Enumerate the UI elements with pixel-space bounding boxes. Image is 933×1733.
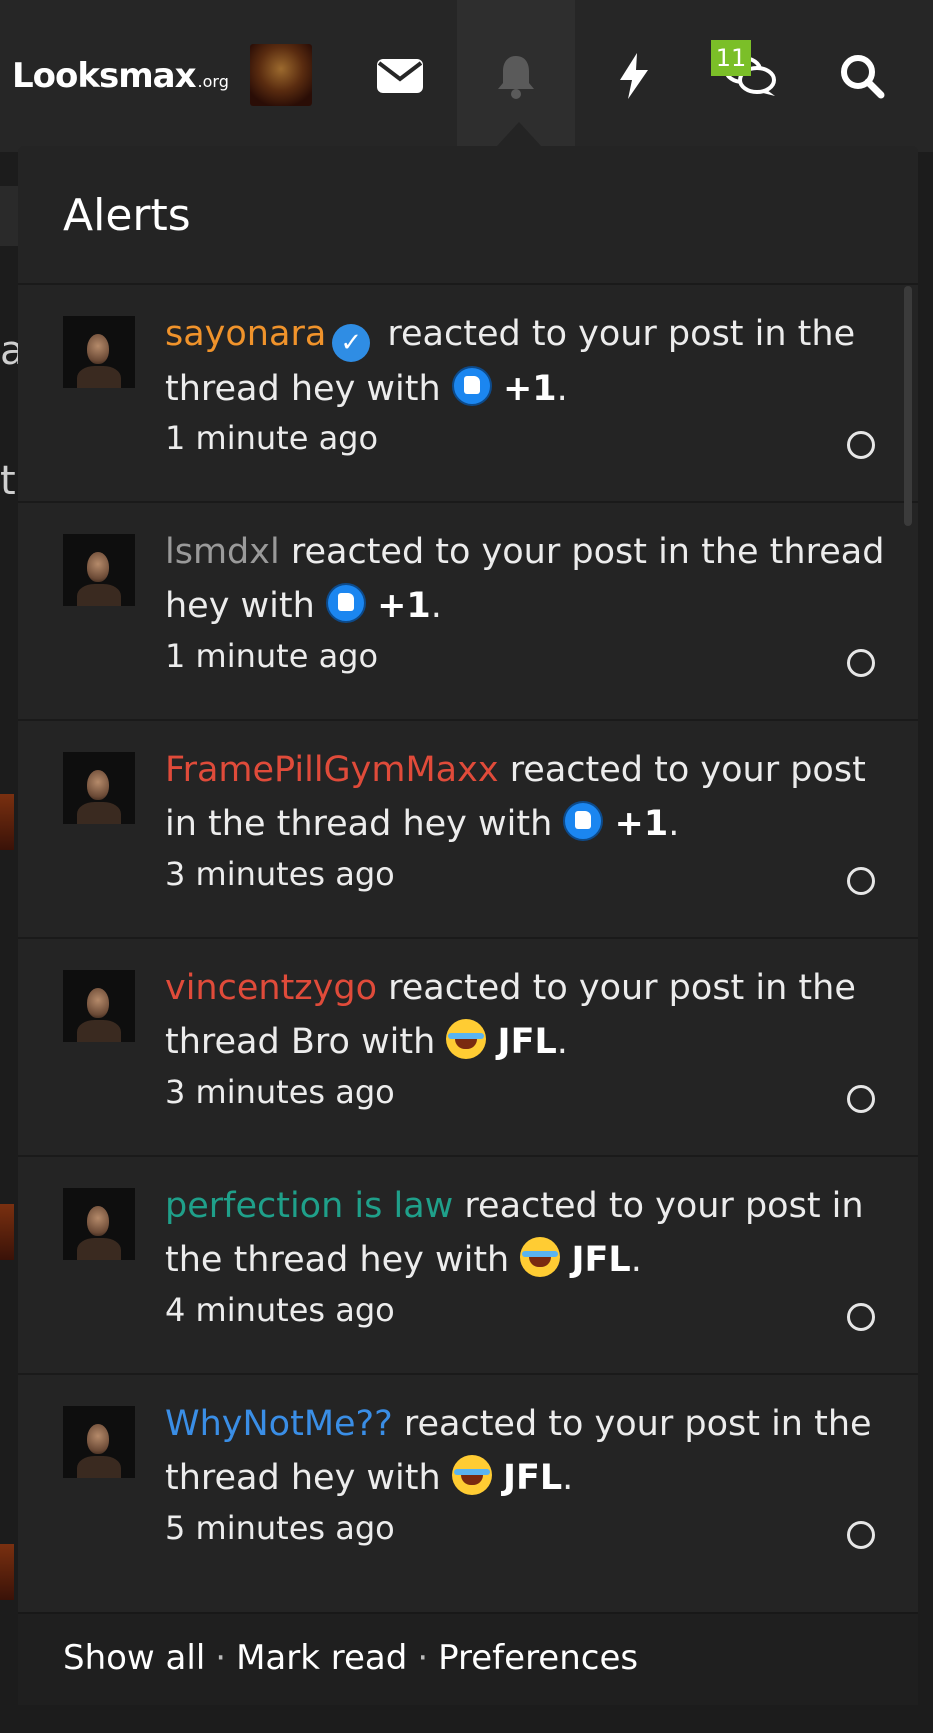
- alert-avatar[interactable]: [63, 752, 135, 824]
- joy-emoji-icon: [451, 1455, 492, 1495]
- alert-username-link[interactable]: FramePillGymMaxx: [165, 750, 499, 790]
- alert-text: lsmdxl reacted to your post in the threa…: [165, 525, 885, 633]
- alert-username-link[interactable]: perfection is law: [165, 1186, 453, 1226]
- background-thumbnail: [0, 794, 14, 850]
- bell-icon[interactable]: [488, 48, 544, 104]
- like-emoji-icon: [451, 366, 492, 406]
- alert-punctuation: .: [630, 1240, 642, 1280]
- user-avatar[interactable]: [250, 44, 312, 106]
- envelope-icon[interactable]: [372, 48, 428, 104]
- alert-username-link[interactable]: WhyNotMe??: [165, 1404, 393, 1444]
- background-bar: [0, 186, 18, 246]
- mark-read-toggle-icon[interactable]: [847, 1085, 875, 1113]
- background-thumbnail: [0, 1544, 14, 1600]
- bolt-icon[interactable]: [606, 48, 662, 104]
- joy-emoji-icon: [520, 1237, 561, 1277]
- alerts-footer: Show all · Mark read · Preferences: [18, 1612, 918, 1705]
- alert-text: perfection is law reacted to your post i…: [165, 1179, 885, 1287]
- alert-avatar[interactable]: [63, 534, 135, 606]
- joy-emoji-icon: [446, 1019, 487, 1059]
- alert-punctuation: .: [556, 1022, 568, 1062]
- alert-timestamp: 1 minute ago: [165, 637, 379, 675]
- alert-punctuation: .: [562, 1458, 574, 1498]
- verified-badge-icon: ✓: [332, 324, 371, 362]
- alert-avatar[interactable]: [63, 970, 135, 1042]
- alert-punctuation: .: [668, 804, 680, 844]
- alert-text: sayonara ✓ reacted to your post in the th…: [165, 307, 885, 416]
- alert-timestamp: 3 minutes ago: [165, 1073, 395, 1111]
- chat-count-badge: 11: [711, 40, 751, 76]
- mark-read-toggle-icon[interactable]: [847, 431, 875, 459]
- alerts-panel: Alerts sayonara ✓ reacted to your post in…: [18, 146, 918, 1705]
- alert-timestamp: 3 minutes ago: [165, 855, 395, 893]
- search-icon[interactable]: [834, 48, 890, 104]
- alert-text: FramePillGymMaxx reacted to your post in…: [165, 743, 885, 851]
- top-nav: Lοoksmax .org 11: [0, 0, 933, 152]
- alert-avatar[interactable]: [63, 1406, 135, 1478]
- reaction-name: JFL: [497, 1022, 557, 1062]
- site-logo[interactable]: Lοoksmax .org: [12, 56, 229, 96]
- mark-read-toggle-icon[interactable]: [847, 1521, 875, 1549]
- alert-text: vincentzygo reacted to your post in the …: [165, 961, 885, 1069]
- alert-username-link[interactable]: lsmdxl: [165, 532, 280, 572]
- background-thumbnail: [0, 1204, 14, 1260]
- like-emoji-icon: [563, 801, 604, 841]
- alert-item[interactable]: WhyNotMe?? reacted to your post in the t…: [18, 1373, 918, 1591]
- mark-read-toggle-icon[interactable]: [847, 1303, 875, 1331]
- alert-avatar[interactable]: [63, 1188, 135, 1260]
- preferences-link[interactable]: Preferences: [438, 1638, 638, 1678]
- separator: ·: [417, 1638, 429, 1678]
- mark-read-link[interactable]: Mark read: [236, 1638, 407, 1678]
- alert-timestamp: 4 minutes ago: [165, 1291, 395, 1329]
- panel-caret: [497, 122, 541, 146]
- reaction-name: JFL: [571, 1240, 631, 1280]
- alerts-list: sayonara ✓ reacted to your post in the th…: [18, 283, 918, 1733]
- mark-read-toggle-icon[interactable]: [847, 867, 875, 895]
- separator: ·: [215, 1638, 227, 1678]
- show-all-link[interactable]: Show all: [63, 1638, 205, 1678]
- alert-username-link[interactable]: sayonara: [165, 314, 326, 354]
- alert-timestamp: 5 minutes ago: [165, 1509, 395, 1547]
- mark-read-toggle-icon[interactable]: [847, 649, 875, 677]
- reaction-name: +1: [502, 369, 557, 409]
- reaction-name: JFL: [502, 1458, 563, 1498]
- alert-item[interactable]: sayonara ✓ reacted to your post in the th…: [18, 283, 918, 501]
- alert-punctuation: .: [430, 586, 442, 626]
- alert-avatar[interactable]: [63, 316, 135, 388]
- alert-timestamp: 1 minute ago: [165, 419, 379, 457]
- alert-item[interactable]: lsmdxl reacted to your post in the threa…: [18, 501, 918, 719]
- scrollbar[interactable]: [904, 286, 912, 526]
- alert-item[interactable]: vincentzygo reacted to your post in the …: [18, 937, 918, 1155]
- reaction-name: +1: [377, 586, 431, 626]
- like-emoji-icon: [325, 583, 366, 623]
- alert-item[interactable]: perfection is law reacted to your post i…: [18, 1155, 918, 1373]
- alert-text: WhyNotMe?? reacted to your post in the t…: [165, 1397, 885, 1505]
- alert-item[interactable]: FramePillGymMaxx reacted to your post in…: [18, 719, 918, 937]
- reaction-name: +1: [614, 804, 669, 844]
- alert-username-link[interactable]: vincentzygo: [165, 968, 377, 1008]
- alert-punctuation: .: [556, 369, 568, 409]
- panel-title: Alerts: [63, 190, 191, 241]
